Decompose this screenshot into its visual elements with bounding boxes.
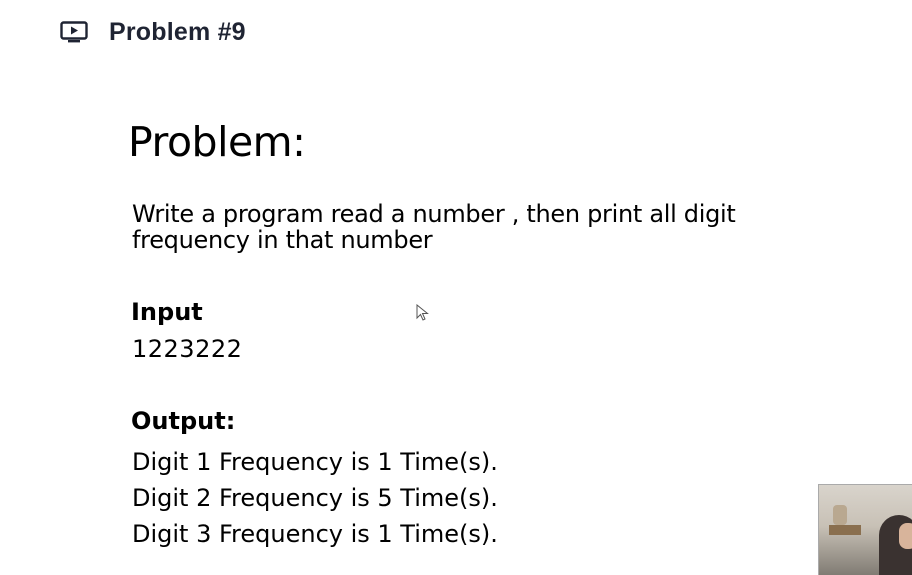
webcam-overlay (818, 484, 912, 575)
slide-heading: Problem: (128, 118, 306, 166)
video-play-icon[interactable] (60, 21, 88, 43)
webcam-presenter-face (899, 523, 912, 549)
webcam-background-object (833, 505, 847, 525)
mouse-cursor-icon (416, 304, 429, 321)
output-block: Digit 1 Frequency is 1 Time(s). Digit 2 … (132, 444, 498, 552)
input-label: Input (131, 298, 203, 326)
output-line: Digit 1 Frequency is 1 Time(s). (132, 448, 498, 476)
lesson-header: Problem #9 (60, 15, 246, 49)
webcam-background-object (829, 525, 861, 535)
statement-line: Write a program read a number , then pri… (132, 200, 736, 228)
input-value: 1223222 (132, 335, 243, 363)
statement-line: frequency in that number (132, 226, 433, 254)
problem-statement: Write a program read a number , then pri… (132, 201, 832, 253)
output-line: Digit 2 Frequency is 5 Time(s). (132, 484, 498, 512)
output-line: Digit 3 Frequency is 1 Time(s). (132, 520, 498, 548)
output-label: Output: (131, 407, 236, 435)
lesson-title: Problem #9 (109, 17, 246, 46)
